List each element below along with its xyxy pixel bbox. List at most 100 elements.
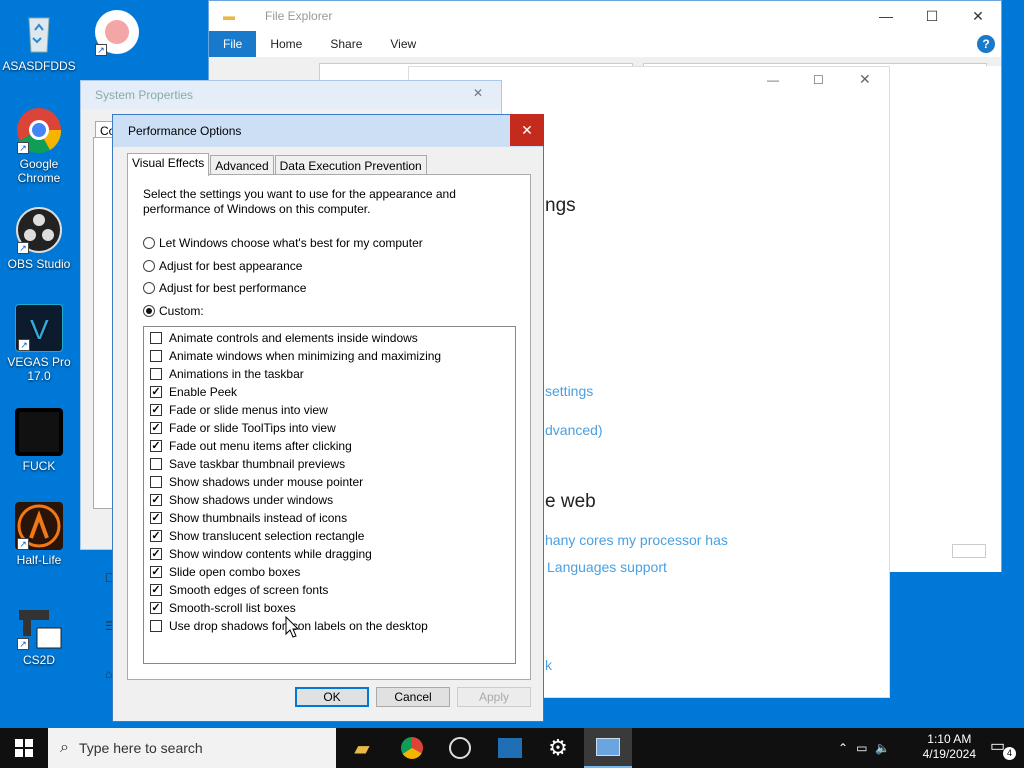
- radio-button[interactable]: [143, 237, 155, 249]
- checkbox-checked[interactable]: ✓: [150, 584, 162, 596]
- help-icon[interactable]: ?: [977, 35, 995, 53]
- close-button[interactable]: ✕: [955, 1, 1001, 31]
- start-button[interactable]: [0, 728, 48, 768]
- settings-link-languages[interactable]: Languages support: [547, 559, 667, 575]
- desktop-icon-obs[interactable]: ↗ OBS Studio: [0, 206, 78, 271]
- visual-effect-item[interactable]: ✓ Slide open combo boxes: [144, 563, 515, 581]
- visual-effect-item[interactable]: Animations in the taskbar: [144, 365, 515, 383]
- visual-effects-list[interactable]: Animate controls and elements inside win…: [143, 326, 516, 664]
- visual-effect-item[interactable]: Animate controls and elements inside win…: [144, 329, 515, 347]
- checkbox-unchecked[interactable]: [150, 458, 162, 470]
- radio-let-windows-choose[interactable]: Let Windows choose what's best for my co…: [143, 236, 423, 250]
- ribbon-tab-file[interactable]: File: [209, 31, 257, 57]
- visual-effect-item[interactable]: ✓ Fade or slide menus into view: [144, 401, 515, 419]
- settings-minimize-button[interactable]: —: [767, 73, 779, 87]
- taskbar-media[interactable]: [486, 728, 534, 768]
- tab-data-execution-prevention[interactable]: Data Execution Prevention: [274, 155, 427, 176]
- visual-effect-item[interactable]: Use drop shadows for icon labels on the …: [144, 617, 515, 635]
- minimize-button[interactable]: —: [863, 1, 909, 31]
- checkbox-checked[interactable]: ✓: [150, 404, 162, 416]
- desktop-icon-dbet[interactable]: ↗: [78, 8, 156, 59]
- ribbon-tab-view[interactable]: View: [376, 31, 430, 57]
- checkbox-checked[interactable]: ✓: [150, 422, 162, 434]
- checkbox-checked[interactable]: ✓: [150, 602, 162, 614]
- checkbox-unchecked[interactable]: [150, 368, 162, 380]
- checkbox-checked[interactable]: ✓: [150, 566, 162, 578]
- chrome-icon: [401, 737, 423, 759]
- notification-center-button[interactable]: ▭ 4: [990, 736, 1016, 760]
- settings-close-button[interactable]: ✕: [859, 71, 871, 88]
- performance-options-close-button[interactable]: ✕: [510, 114, 544, 146]
- visual-effect-item[interactable]: ✓ Show thumbnails instead of icons: [144, 509, 515, 527]
- radio-best-performance[interactable]: Adjust for best performance: [143, 281, 306, 295]
- visual-effect-label: Fade or slide ToolTips into view: [169, 421, 336, 435]
- checkbox-checked[interactable]: ✓: [150, 386, 162, 398]
- checkbox-checked[interactable]: ✓: [150, 530, 162, 542]
- checkbox-unchecked[interactable]: [150, 476, 162, 488]
- checkbox-checked[interactable]: ✓: [150, 440, 162, 452]
- ok-button[interactable]: OK: [295, 687, 369, 707]
- radio-button[interactable]: [143, 282, 155, 294]
- tab-visual-effects[interactable]: Visual Effects: [127, 153, 210, 176]
- settings-maximize-button[interactable]: ☐: [813, 73, 824, 87]
- checkbox-checked[interactable]: ✓: [150, 548, 162, 560]
- settings-link[interactable]: settings: [545, 383, 593, 399]
- checkbox-unchecked[interactable]: [150, 332, 162, 344]
- desktop-icon-vegas[interactable]: V ↗ VEGAS Pro 17.0: [0, 304, 78, 383]
- checkbox-unchecked[interactable]: [150, 350, 162, 362]
- view-toggle-icon[interactable]: [952, 544, 986, 558]
- checkbox-checked[interactable]: ✓: [150, 494, 162, 506]
- taskbar-file-explorer[interactable]: ▰: [338, 728, 386, 768]
- desktop-icon-label: ASASDFDDS: [2, 59, 76, 73]
- visual-effect-item[interactable]: ✓ Show translucent selection rectangle: [144, 527, 515, 545]
- visual-effect-label: Animate windows when minimizing and maxi…: [169, 349, 442, 363]
- folder-icon: ▬: [223, 9, 235, 23]
- settings-link-cores[interactable]: hany cores my processor has: [545, 532, 728, 548]
- desktop-icon-fuck[interactable]: FUCK: [0, 408, 78, 473]
- checkbox-checked[interactable]: ✓: [150, 512, 162, 524]
- desktop-icon-chrome[interactable]: ↗ Google Chrome: [0, 106, 78, 185]
- taskbar-clock[interactable]: 1:10 AM 4/19/2024: [923, 732, 976, 762]
- obs-icon: ↗: [15, 206, 63, 254]
- taskbar-system-properties[interactable]: [584, 728, 632, 768]
- visual-effect-item[interactable]: ✓ Enable Peek: [144, 383, 515, 401]
- explorer-ribbon: File Home Share View ?: [209, 31, 1001, 57]
- cancel-button[interactable]: Cancel: [376, 687, 450, 707]
- visual-effect-item[interactable]: ✓ Fade or slide ToolTips into view: [144, 419, 515, 437]
- taskbar-chrome[interactable]: [388, 728, 436, 768]
- visual-effect-item[interactable]: ✓ Smooth edges of screen fonts: [144, 581, 515, 599]
- file-explorer-icon: ▰: [354, 737, 370, 760]
- taskbar-settings[interactable]: ⚙: [534, 728, 582, 768]
- chevron-up-icon[interactable]: ⌃: [838, 741, 848, 755]
- taskbar-obs[interactable]: [436, 728, 484, 768]
- maximize-button[interactable]: ☐: [909, 1, 955, 31]
- volume-muted-icon[interactable]: 🔈: [875, 741, 890, 755]
- ribbon-tab-home[interactable]: Home: [256, 31, 316, 57]
- network-icon[interactable]: ▭: [856, 741, 867, 755]
- visual-effect-item[interactable]: ✓ Show shadows under windows: [144, 491, 515, 509]
- desktop-icon-cs2d[interactable]: ↗ CS2D: [0, 602, 78, 667]
- settings-link-advanced[interactable]: dvanced): [545, 422, 603, 438]
- taskbar-search-box[interactable]: ⌕ Type here to search: [48, 728, 336, 768]
- settings-link-misc[interactable]: k: [545, 657, 552, 673]
- performance-tabs: Visual Effects Advanced Data Execution P…: [127, 153, 428, 176]
- radio-custom[interactable]: Custom:: [143, 304, 204, 318]
- radio-button[interactable]: [143, 260, 155, 272]
- ribbon-tab-share[interactable]: Share: [316, 31, 376, 57]
- visual-effect-item[interactable]: Save taskbar thumbnail previews: [144, 455, 515, 473]
- apply-button[interactable]: Apply: [457, 687, 531, 707]
- visual-effect-item[interactable]: ✓ Smooth-scroll list boxes: [144, 599, 515, 617]
- radio-label: Adjust for best performance: [159, 281, 307, 295]
- desktop-icon-recycle-bin[interactable]: ASASDFDDS: [0, 8, 78, 73]
- desktop-icon-half-life[interactable]: ↗ Half-Life: [0, 502, 78, 567]
- tab-advanced[interactable]: Advanced: [210, 155, 274, 176]
- checkbox-unchecked[interactable]: [150, 620, 162, 632]
- performance-options-dialog[interactable]: Performance Options ✕ Visual Effects Adv…: [112, 114, 544, 722]
- system-properties-close-button[interactable]: ✕: [463, 86, 493, 106]
- radio-button[interactable]: [143, 305, 155, 317]
- visual-effect-item[interactable]: ✓ Fade out menu items after clicking: [144, 437, 515, 455]
- visual-effect-item[interactable]: Animate windows when minimizing and maxi…: [144, 347, 515, 365]
- visual-effect-item[interactable]: ✓ Show window contents while dragging: [144, 545, 515, 563]
- visual-effect-item[interactable]: Show shadows under mouse pointer: [144, 473, 515, 491]
- radio-best-appearance[interactable]: Adjust for best appearance: [143, 259, 302, 273]
